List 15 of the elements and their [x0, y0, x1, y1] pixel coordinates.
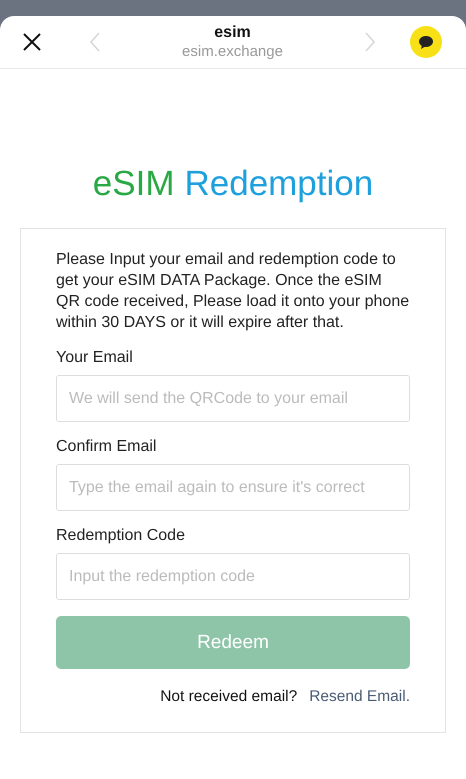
field-label: Your Email	[56, 349, 134, 367]
input-field[interactable]: We will send the QRCode to your email	[56, 375, 410, 422]
resend-link[interactable]: Resend Email.	[309, 688, 410, 706]
field-label: Confirm Email	[56, 438, 158, 456]
page-url: esim.exchange	[182, 43, 283, 60]
heading-text: eSIM	[92, 164, 174, 204]
input-field[interactable]: Input the redemption code	[56, 553, 410, 600]
intro-text: Please Input your email and redemption code to get your eSIM DATA Package. Once the eSIM QR code received, Please load it onto your phone within 30 DAYS or it will expire after that.	[56, 250, 410, 333]
close-icon[interactable]	[22, 32, 42, 52]
chat-icon[interactable]	[410, 26, 442, 58]
field-label: Redemption Code	[56, 527, 186, 545]
input-field[interactable]: Type the email again to ensure it's correct	[56, 464, 410, 511]
page-title: esim	[214, 24, 251, 42]
heading-text: Redemption	[184, 164, 374, 204]
resend-prompt: Not received email?	[160, 688, 298, 706]
